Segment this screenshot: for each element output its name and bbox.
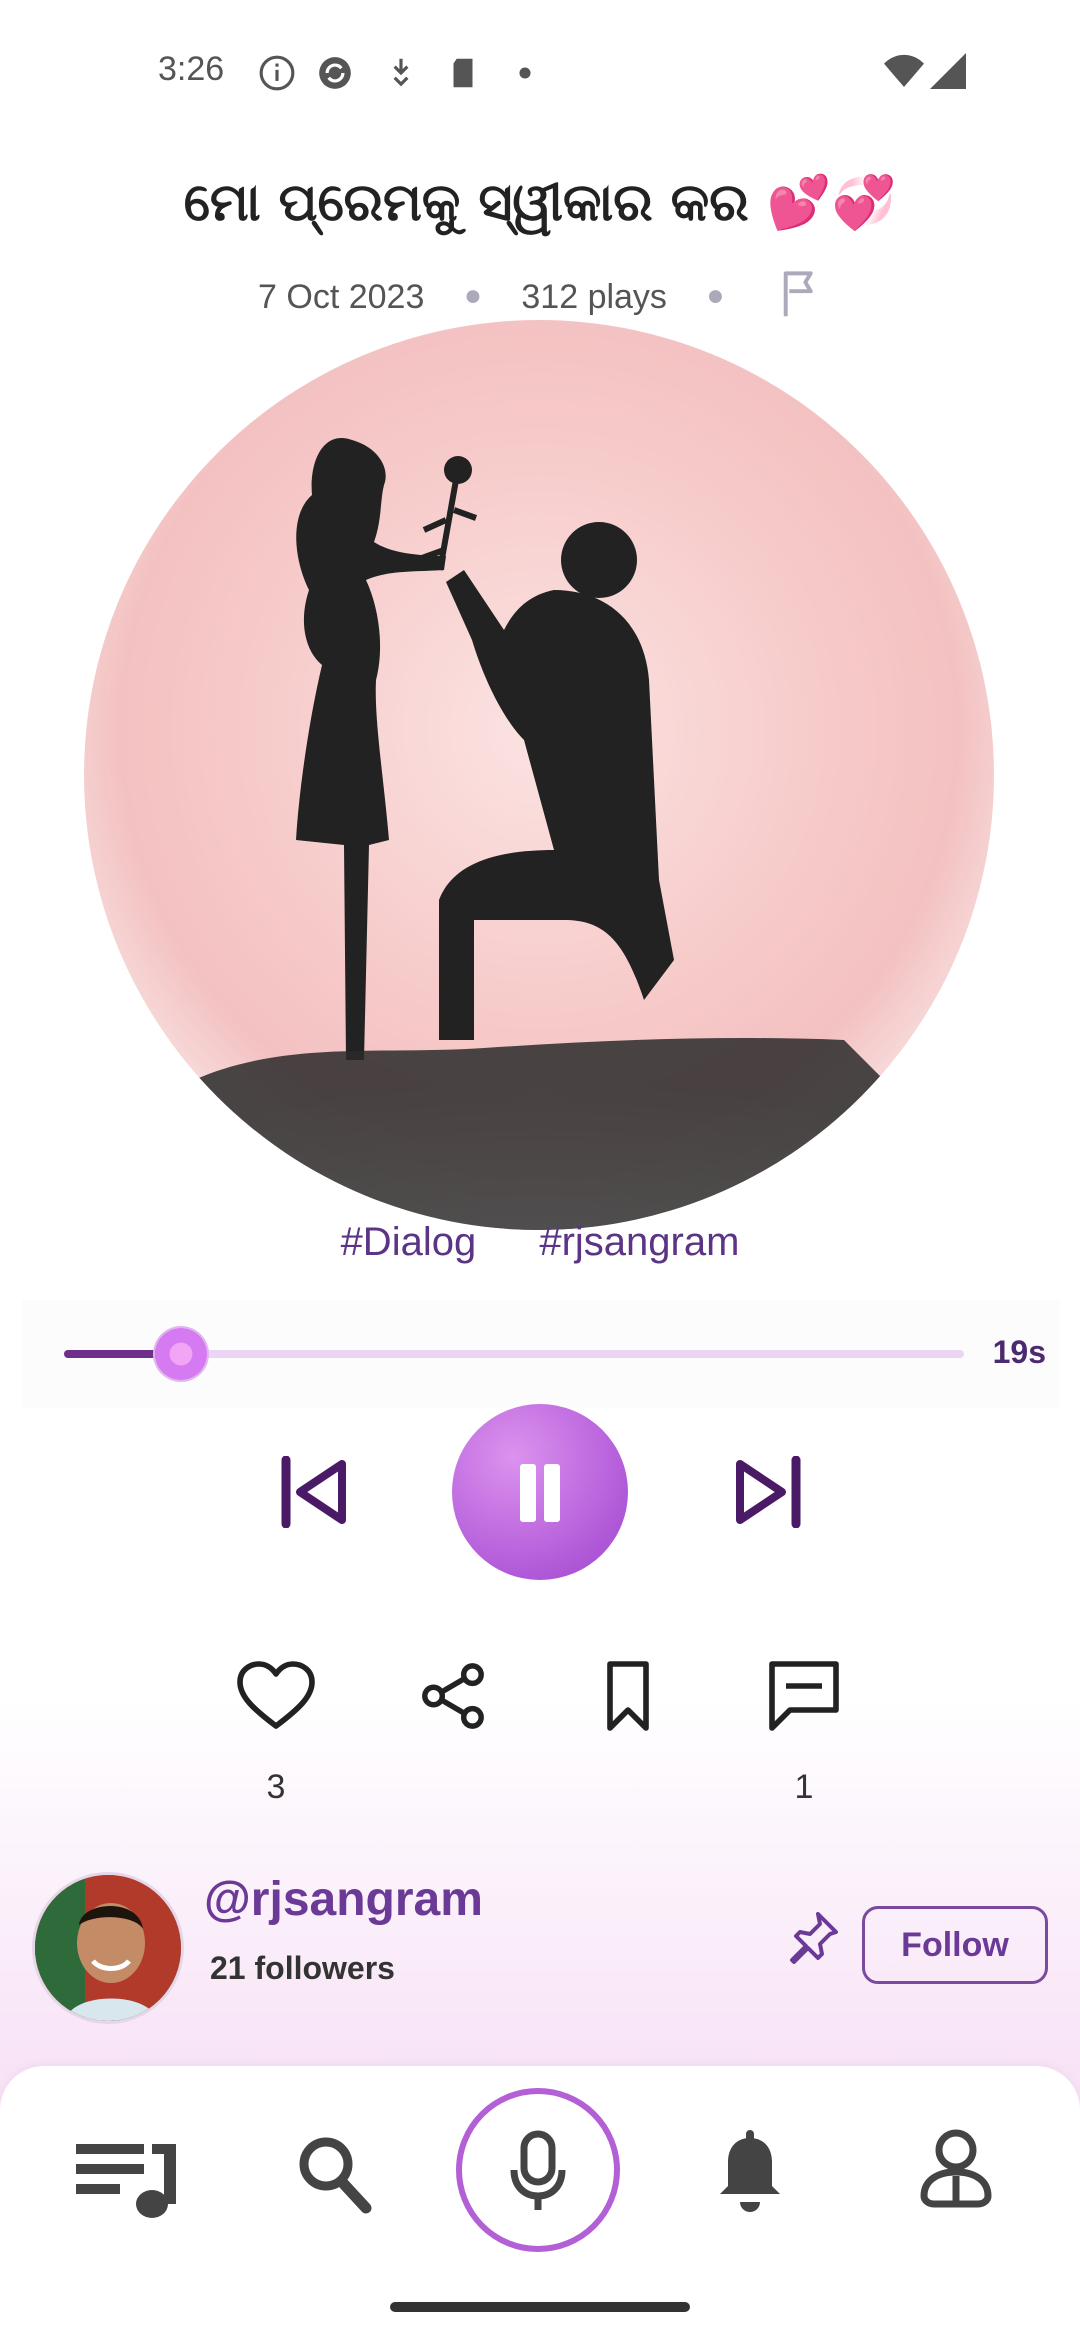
bookmark-icon[interactable] — [604, 1660, 652, 1732]
creator-followers: 21 followers — [210, 1950, 395, 1986]
tag-dialog[interactable]: #Dialog — [341, 1220, 477, 1264]
track-actions — [0, 1652, 1080, 1832]
mic-icon — [510, 2130, 566, 2210]
cover-illustration — [84, 438, 994, 1230]
info-icon — [259, 55, 295, 91]
download-icon — [393, 58, 409, 87]
tag-list: #Dialog #rjsangram — [0, 1220, 1080, 1265]
time-remaining: 19s — [992, 1334, 1046, 1370]
pause-button[interactable] — [452, 1404, 628, 1580]
comment-icon[interactable] — [766, 1658, 842, 1734]
cover-art — [84, 320, 994, 1230]
skip-previous-icon[interactable] — [280, 1456, 348, 1528]
separator-dot: ● — [463, 278, 482, 312]
like-heart-icon[interactable] — [236, 1660, 316, 1732]
track-plays: 312 plays — [521, 277, 667, 316]
comment-count: 1 — [794, 1768, 814, 1806]
sync-app-icon — [319, 57, 351, 89]
pause-icon — [520, 1464, 536, 1522]
signal-icon — [930, 53, 966, 89]
profile-icon[interactable] — [920, 2128, 992, 2216]
search-icon[interactable] — [296, 2134, 372, 2214]
bell-icon[interactable] — [718, 2130, 782, 2214]
pause-icon — [544, 1464, 560, 1522]
more-dot-icon — [519, 67, 531, 79]
status-time: 3:26 — [158, 50, 225, 88]
playback-controls — [0, 1402, 1080, 1582]
avatar[interactable] — [32, 1872, 184, 2024]
pin-icon[interactable] — [786, 1908, 842, 1964]
sd-card-icon — [453, 58, 473, 88]
bottom-navigation — [0, 2066, 1080, 2340]
record-button[interactable] — [456, 2088, 620, 2252]
progress-section: 19s — [22, 1300, 1060, 1408]
creator-handle[interactable]: @rjsangram — [204, 1872, 483, 1927]
track-date: 7 Oct 2023 — [258, 277, 425, 316]
track-meta: 7 Oct 2023 ● 312 plays ● — [0, 271, 1080, 324]
wifi-icon — [884, 54, 924, 87]
seek-thumb[interactable] — [155, 1328, 207, 1380]
seek-bar[interactable] — [64, 1328, 964, 1380]
track-title: ମୋ ପ୍ରେମକୁ ସ୍ୱୀକାର କର 💕💞 — [183, 173, 897, 233]
status-bar: 3:26 — [0, 40, 1080, 100]
like-count: 3 — [266, 1768, 286, 1806]
separator-dot: ● — [706, 278, 725, 312]
creator-row: @rjsangram 21 followers Follow — [0, 1872, 1080, 2024]
avatar-photo — [35, 1875, 181, 2021]
home-indicator[interactable] — [390, 2302, 690, 2312]
share-icon[interactable] — [418, 1660, 488, 1732]
skip-next-icon[interactable] — [734, 1456, 802, 1528]
follow-button[interactable]: Follow — [862, 1906, 1048, 1984]
tag-rjsangram[interactable]: #rjsangram — [539, 1220, 739, 1264]
playlist-icon[interactable] — [76, 2138, 178, 2220]
report-flag-icon[interactable] — [778, 268, 822, 318]
